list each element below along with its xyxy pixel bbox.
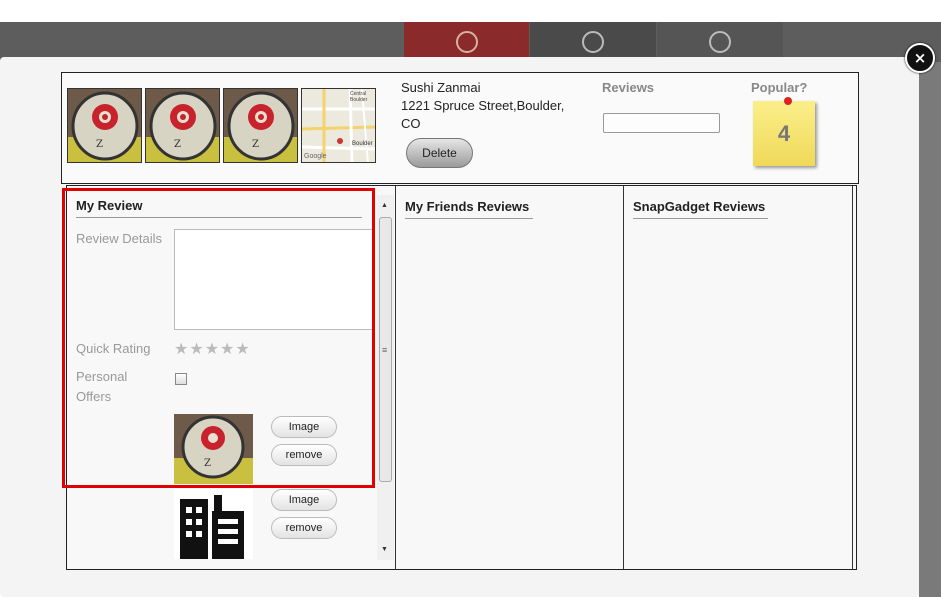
restaurant-photo[interactable]: Z <box>223 88 298 163</box>
review-image <box>174 489 253 559</box>
background-tile <box>530 22 656 62</box>
zanmai-sign-photo: Z <box>146 89 219 162</box>
restaurant-map[interactable]: Central Boulder Boulder Google <box>301 88 376 163</box>
background-tile-red <box>404 22 529 62</box>
restaurant-address: 1221 Spruce Street,Boulder, <box>401 98 565 113</box>
restaurant-header: Z Z Z Central Boulder Boulder Google Sus… <box>61 72 859 184</box>
reviews-input[interactable] <box>603 113 720 133</box>
svg-text:Z: Z <box>174 139 181 150</box>
google-logo: Google <box>304 153 327 160</box>
image-button[interactable]: Image <box>271 489 337 511</box>
map-label: Boulder <box>352 141 373 147</box>
snapgadget-reviews-title: SnapGadget Reviews <box>633 199 768 219</box>
pin-icon <box>784 97 792 105</box>
scroll-down-arrow-icon[interactable]: ▼ <box>381 546 388 553</box>
background-right-edge <box>919 62 941 597</box>
scroll-up-arrow-icon[interactable]: ▲ <box>381 202 388 209</box>
delete-button[interactable]: Delete <box>406 138 473 168</box>
map-label: Boulder <box>350 97 368 103</box>
scrollbar-grip-icon: ≡ <box>382 345 388 355</box>
popular-count: 4 <box>777 121 791 146</box>
sticky-note: 4 <box>753 101 815 166</box>
restaurant-photo[interactable]: Z <box>145 88 220 163</box>
restaurant-info: Sushi Zanmai 1221 Spruce Street,Boulder,… <box>401 79 581 133</box>
remove-button[interactable]: remove <box>271 517 337 539</box>
reviews-label: Reviews <box>602 80 655 95</box>
building-placeholder-icon <box>174 489 253 559</box>
svg-text:Z: Z <box>252 139 259 150</box>
page-top-strip <box>0 0 941 22</box>
popular-label: Popular? <box>751 80 808 95</box>
restaurant-state: CO <box>401 116 421 131</box>
column-divider <box>852 186 853 569</box>
column-divider <box>623 186 624 569</box>
restaurant-name: Sushi Zanmai <box>401 80 481 95</box>
background-tile <box>657 22 783 62</box>
zanmai-sign-photo: Z <box>68 89 141 162</box>
zanmai-sign-photo: Z <box>224 89 297 162</box>
column-divider <box>395 186 396 569</box>
restaurant-photo[interactable]: Z <box>67 88 142 163</box>
friends-reviews-title: My Friends Reviews <box>405 199 533 219</box>
close-button[interactable]: × <box>905 43 935 73</box>
highlight-box <box>62 188 375 488</box>
close-icon[interactable]: × <box>914 49 927 67</box>
svg-text:Z: Z <box>96 139 103 150</box>
